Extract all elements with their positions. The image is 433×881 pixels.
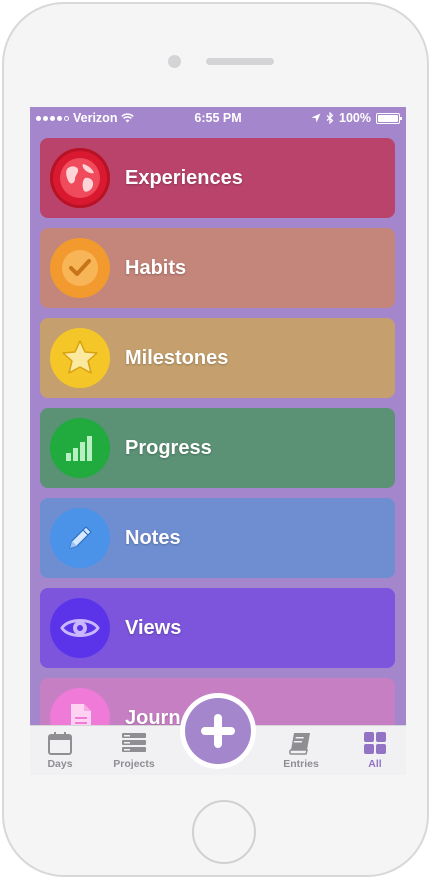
category-label: Milestones <box>125 347 229 369</box>
category-list: Experiences Habits Milestones Progress N… <box>40 138 395 768</box>
add-entry-button[interactable] <box>185 698 251 764</box>
app-screen: Verizon 6:55 PM 100% Experiences Habits … <box>30 107 406 775</box>
earpiece-speaker <box>206 58 274 65</box>
battery-percentage: 100% <box>339 111 371 125</box>
checkmark-icon <box>50 238 110 298</box>
tab-entries[interactable]: Entries <box>271 730 331 770</box>
tab-days[interactable]: Days <box>30 730 90 770</box>
category-label: Views <box>125 617 182 639</box>
tab-label: Entries <box>283 758 319 770</box>
bar-chart-icon <box>50 418 110 478</box>
bluetooth-icon <box>326 112 334 124</box>
home-button[interactable] <box>192 800 256 864</box>
globe-icon <box>50 148 110 208</box>
category-card-notes[interactable]: Notes <box>40 498 395 578</box>
tab-projects[interactable]: Projects <box>104 730 164 770</box>
tab-label: Days <box>47 758 73 770</box>
tab-label: Projects <box>113 758 155 770</box>
tab-label: All <box>368 758 382 770</box>
star-icon <box>50 328 110 388</box>
category-card-experiences[interactable]: Experiences <box>40 138 395 218</box>
calendar-icon <box>48 732 72 755</box>
category-label: Notes <box>125 527 181 549</box>
stack-icon <box>122 733 146 752</box>
category-label: Habits <box>125 257 187 279</box>
front-camera <box>168 55 181 68</box>
plus-icon <box>201 714 235 748</box>
book-icon <box>289 733 310 755</box>
category-label: Progress <box>125 437 212 459</box>
pencil-icon <box>50 508 110 568</box>
category-card-views[interactable]: Views <box>40 588 395 668</box>
battery-icon <box>376 112 402 124</box>
location-arrow-icon <box>311 113 321 123</box>
category-card-milestones[interactable]: Milestones <box>40 318 395 398</box>
status-bar: Verizon 6:55 PM 100% <box>30 107 406 129</box>
category-card-progress[interactable]: Progress <box>40 408 395 488</box>
category-card-habits[interactable]: Habits <box>40 228 395 308</box>
category-label: Experiences <box>125 167 243 189</box>
eye-icon <box>50 598 110 658</box>
tab-all[interactable]: All <box>345 730 405 770</box>
grid-icon <box>364 732 386 754</box>
